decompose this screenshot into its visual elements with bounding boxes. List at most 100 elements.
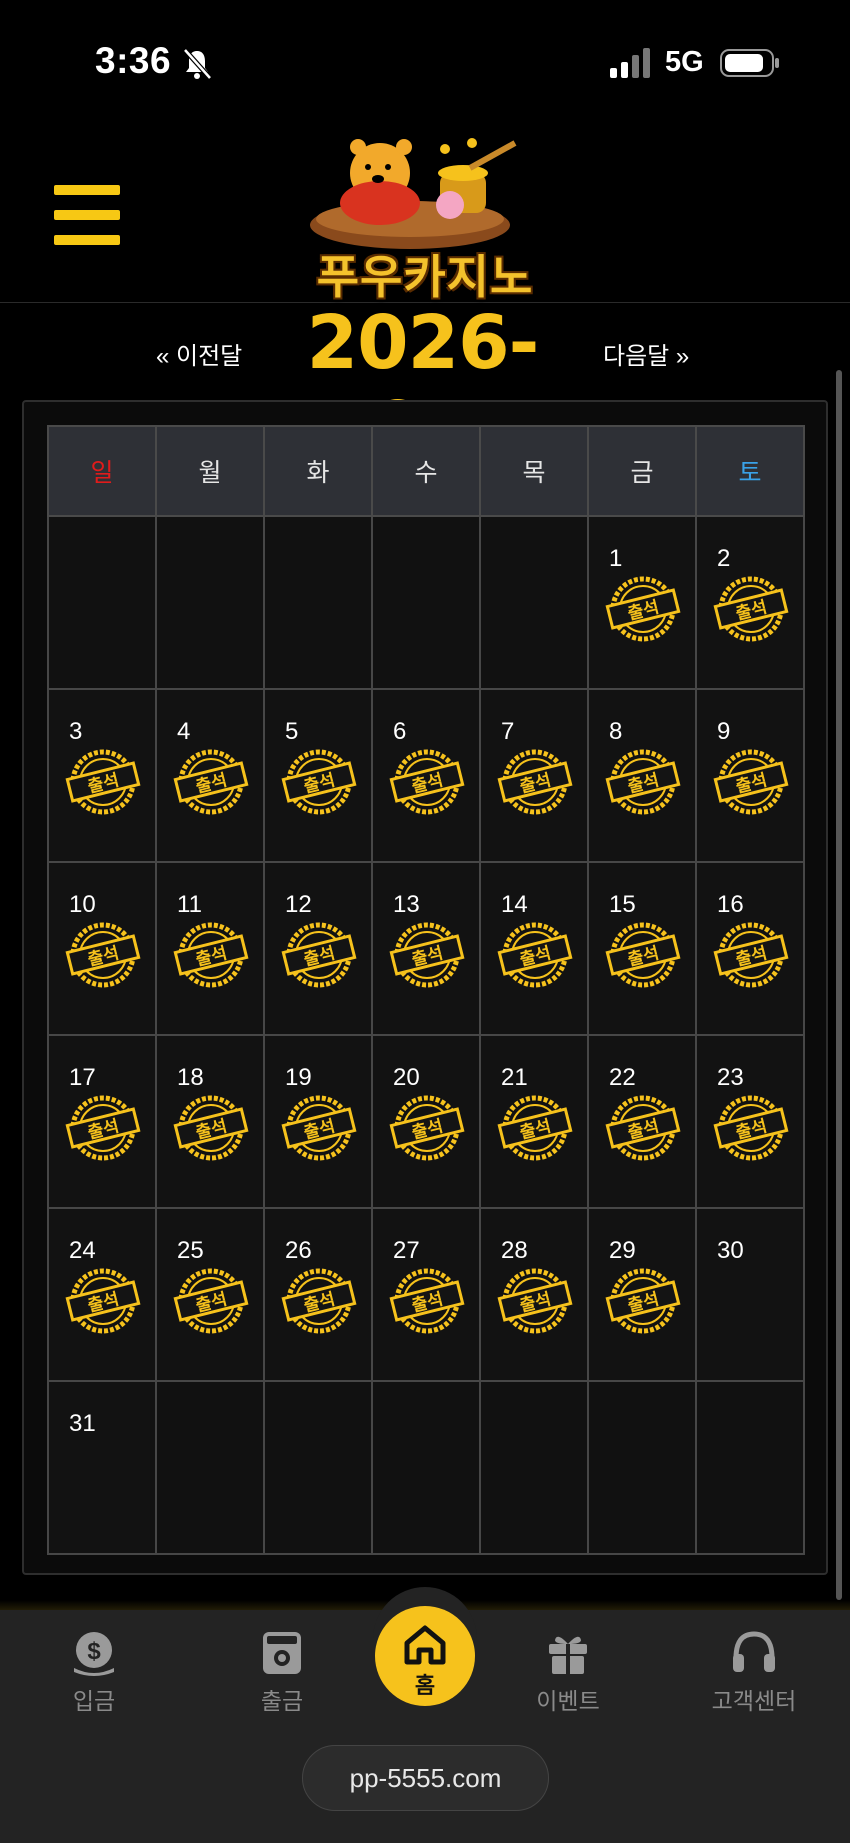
calendar-day-fri[interactable]: 22 출석: [587, 1034, 697, 1209]
calendar-day-sun[interactable]: 24 출석: [47, 1207, 157, 1382]
attendance-stamp-icon: 출석: [389, 1095, 465, 1161]
attendance-stamp-icon: 출석: [389, 749, 465, 815]
status-time: 3:36: [95, 40, 172, 81]
day-number: 18: [177, 1064, 204, 1091]
calendar-day-thu[interactable]: 7 출석: [479, 688, 589, 863]
calendar-day-sat[interactable]: 16 출석: [695, 861, 805, 1036]
attendance-stamp-icon: 출석: [497, 1095, 573, 1161]
attendance-stamp-icon: 출석: [605, 1095, 681, 1161]
next-month-link[interactable]: 다음달 »: [603, 336, 689, 371]
calendar-day-wed[interactable]: 6 출석: [371, 688, 481, 863]
calendar-week-row: 3 출석 4 출석 5 출석 6 출석 7 출석 8 출석 9 출석: [47, 688, 805, 863]
attendance-stamp-icon: 출석: [497, 922, 573, 988]
attendance-stamp-icon: 출석: [281, 1095, 357, 1161]
scrollbar[interactable]: [836, 370, 842, 1600]
nav-support-label: 고객센터: [711, 1688, 797, 1714]
calendar-day-tue[interactable]: 12 출석: [263, 861, 373, 1036]
weekday-header-row: 일 월 화 수 목 금 토: [47, 425, 805, 517]
attendance-stamp-icon: 출석: [281, 922, 357, 988]
attendance-stamp-icon: 출석: [389, 1268, 465, 1334]
bell-muted-icon: [183, 48, 212, 80]
headset-icon: [733, 1631, 775, 1672]
calendar-day-mon[interactable]: 18 출석: [155, 1034, 265, 1209]
attendance-stamp-icon: 출석: [713, 922, 789, 988]
attendance-stamp-icon: 출석: [713, 576, 789, 642]
status-bar: 3:36 5G: [0, 0, 850, 125]
weekday-thu: 목: [479, 425, 589, 517]
nav-event[interactable]: 이벤트: [508, 1622, 628, 1722]
calendar-day-fri[interactable]: 15 출석: [587, 861, 697, 1036]
nav-deposit[interactable]: $ 입금: [34, 1622, 154, 1722]
calendar-day-tue[interactable]: 19 출석: [263, 1034, 373, 1209]
calendar-empty-cell: [47, 515, 157, 690]
calendar-day-sat[interactable]: 9 출석: [695, 688, 805, 863]
attendance-stamp-icon: 출석: [605, 922, 681, 988]
day-number: 2: [717, 545, 731, 572]
calendar-day-mon[interactable]: 11 출석: [155, 861, 265, 1036]
calendar-day-thu[interactable]: 14 출석: [479, 861, 589, 1036]
attendance-calendar: 일 월 화 수 목 금 토 1 출석 2 출석 3 출석 4 출석 5 출석 6 출석 7 출석 8 출석 9 출…: [22, 400, 828, 1575]
attendance-stamp-icon: 출석: [65, 1095, 141, 1161]
attendance-stamp-icon: 출석: [173, 922, 249, 988]
site-url-button[interactable]: pp-5555.com: [302, 1745, 549, 1811]
calendar-day-mon[interactable]: 4 출석: [155, 688, 265, 863]
calendar-day-wed[interactable]: 27 출석: [371, 1207, 481, 1382]
calendar-day-sat[interactable]: 23 출석: [695, 1034, 805, 1209]
day-number: 19: [285, 1064, 312, 1091]
day-number: 26: [285, 1237, 312, 1264]
attendance-stamp-icon: 출석: [713, 1095, 789, 1161]
attendance-stamp-icon: 출석: [497, 1268, 573, 1334]
calendar-day-fri[interactable]: 29 출석: [587, 1207, 697, 1382]
gift-icon: [549, 1636, 587, 1674]
day-number: 21: [501, 1064, 528, 1091]
nav-home-button[interactable]: 홈: [375, 1606, 475, 1706]
calendar-day-thu[interactable]: 28 출석: [479, 1207, 589, 1382]
calendar-day-wed[interactable]: 20 출석: [371, 1034, 481, 1209]
attendance-stamp-icon: 출석: [65, 922, 141, 988]
calendar-day-sat[interactable]: 30: [695, 1207, 805, 1382]
nav-support[interactable]: 고객센터: [694, 1622, 814, 1722]
day-number: 13: [393, 891, 420, 918]
calendar-day-tue[interactable]: 5 출석: [263, 688, 373, 863]
nav-withdraw[interactable]: 출금: [222, 1622, 342, 1722]
day-number: 28: [501, 1237, 528, 1264]
attendance-stamp-icon: 출석: [605, 1268, 681, 1334]
day-number: 10: [69, 891, 96, 918]
header: 푸우카지노: [0, 125, 850, 303]
calendar-day-sun[interactable]: 3 출석: [47, 688, 157, 863]
day-number: 11: [177, 891, 202, 918]
calendar-day-sun[interactable]: 17 출석: [47, 1034, 157, 1209]
day-number: 3: [69, 718, 83, 745]
deposit-icon: $: [74, 1632, 114, 1676]
attendance-stamp-icon: 출석: [173, 1095, 249, 1161]
calendar-day-sat[interactable]: 2 출석: [695, 515, 805, 690]
svg-text:$: $: [87, 1638, 101, 1665]
day-number: 22: [609, 1064, 636, 1091]
calendar-day-fri[interactable]: 1 출석: [587, 515, 697, 690]
calendar-day-wed[interactable]: 13 출석: [371, 861, 481, 1036]
hamburger-menu-icon[interactable]: [54, 185, 120, 245]
weekday-tue: 화: [263, 425, 373, 517]
day-number: 24: [69, 1237, 96, 1264]
calendar-day-fri[interactable]: 8 출석: [587, 688, 697, 863]
weekday-mon: 월: [155, 425, 265, 517]
calendar-empty-cell: [263, 515, 373, 690]
prev-month-link[interactable]: « 이전달: [156, 336, 242, 371]
attendance-stamp-icon: 출석: [173, 749, 249, 815]
calendar-empty-cell: [479, 515, 589, 690]
calendar-day-tue[interactable]: 26 출석: [263, 1207, 373, 1382]
signal-icon: [610, 48, 650, 78]
day-number: 16: [717, 891, 744, 918]
calendar-day-mon[interactable]: 25 출석: [155, 1207, 265, 1382]
calendar-empty-cell: [371, 1380, 481, 1555]
calendar-empty-cell: [479, 1380, 589, 1555]
calendar-grid: 일 월 화 수 목 금 토 1 출석 2 출석 3 출석 4 출석 5 출석 6 출석 7 출석 8 출석 9 출…: [47, 425, 805, 1555]
day-number: 20: [393, 1064, 420, 1091]
logo[interactable]: 푸우카지노: [300, 133, 550, 303]
calendar-day-thu[interactable]: 21 출석: [479, 1034, 589, 1209]
calendar-day-sun[interactable]: 31: [47, 1380, 157, 1555]
calendar-day-sun[interactable]: 10 출석: [47, 861, 157, 1036]
attendance-stamp-icon: 출석: [281, 1268, 357, 1334]
nav-deposit-label: 입금: [72, 1688, 116, 1714]
nav-home-label: 홈: [414, 1673, 436, 1698]
